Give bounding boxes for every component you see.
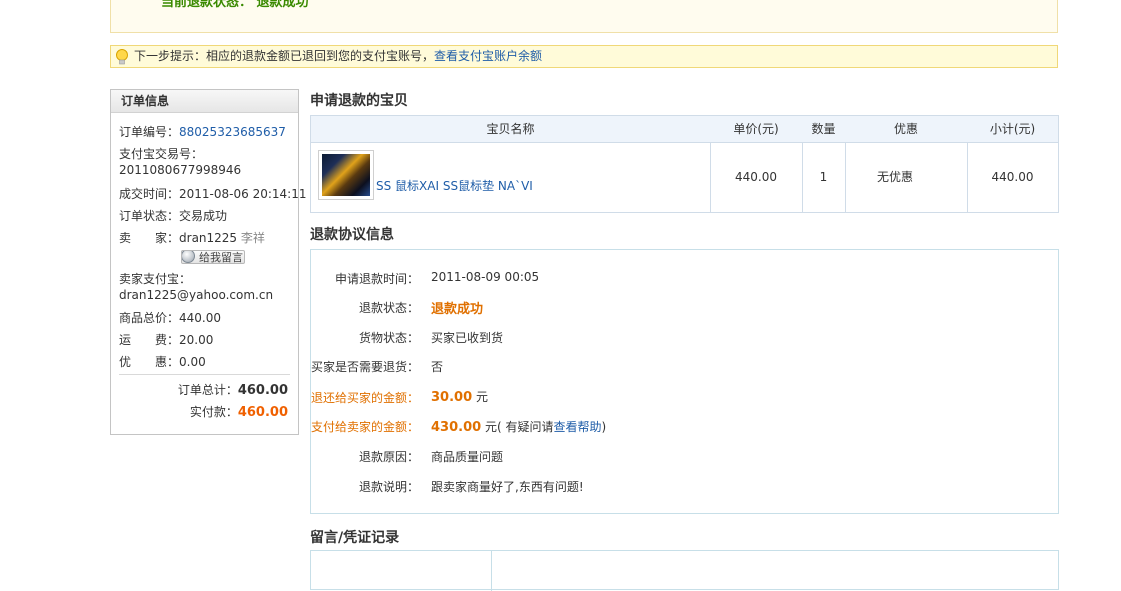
refund-note-value: 跟卖家商量好了,东西有问题! bbox=[431, 480, 584, 494]
refund-buyer-amount: 30.00 bbox=[431, 390, 473, 405]
refund-buyer-row: 30.00 元 bbox=[431, 388, 488, 405]
refund-agreement-box: 申请退款时间： 2011-08-09 00:05 退款状态： 退款成功 货物状态… bbox=[310, 249, 1059, 514]
order-number-label: 订单编号： bbox=[119, 125, 180, 139]
refund-status-value: 退款成功 bbox=[431, 302, 484, 317]
goods-total-label: 商品总价： bbox=[119, 311, 180, 325]
next-step-hint-bar: 下一步提示：相应的退款金额已退回到您的支付宝账号，查看支付宝账户余额 bbox=[110, 45, 1058, 68]
records-col-divider bbox=[491, 551, 492, 591]
order-total-label: 订单总计： bbox=[177, 383, 238, 397]
order-number-row: 订单编号：88025323685637 bbox=[119, 123, 286, 140]
hint-text: 下一步提示：相应的退款金额已退回到您的支付宝账号，查看支付宝账户余额 bbox=[134, 46, 542, 67]
seller-row: 卖 家：dran1225 李祥 bbox=[119, 229, 265, 246]
seller-alipay-account: dran1225@yahoo.com.cn bbox=[119, 288, 274, 302]
panel-divider bbox=[119, 374, 290, 375]
refund-items-table: 宝贝名称 单价(元) 数量 优惠 小计(元) SS 鼠标XAI SS鼠标垫 NA… bbox=[310, 115, 1059, 213]
refund-reason-label: 退款原因： bbox=[359, 450, 420, 464]
discount-row: 优 惠：0.00 bbox=[119, 353, 206, 370]
refund-buyer-label: 退还给买家的金额： bbox=[311, 391, 420, 405]
order-total-value: 460.00 bbox=[237, 383, 288, 398]
item-cell: SS 鼠标XAI SS鼠标垫 NA`VI bbox=[311, 142, 710, 212]
refund-reason-value: 商品质量问题 bbox=[431, 450, 504, 464]
item-discount: 无优惠 bbox=[876, 170, 913, 184]
paid-row: 实付款：460.00 bbox=[190, 403, 288, 420]
deal-time-value: 2011-08-06 20:14:11 bbox=[179, 187, 307, 201]
paid-value: 460.00 bbox=[237, 405, 288, 420]
seller-alipay-label: 卖家支付宝： bbox=[119, 272, 192, 286]
shipping-row: 运 费：20.00 bbox=[119, 331, 213, 348]
item-thumbnail[interactable] bbox=[318, 150, 374, 200]
help-suffix: ) bbox=[601, 420, 607, 434]
col-quantity: 数量 bbox=[811, 122, 836, 136]
alipay-trade-label: 支付宝交易号： bbox=[119, 147, 204, 161]
seller-name: 李祥 bbox=[240, 231, 265, 245]
apply-time-value: 2011-08-09 00:05 bbox=[431, 270, 540, 284]
chat-bubble-icon bbox=[182, 251, 195, 263]
apply-time-label: 申请退款时间： bbox=[335, 272, 420, 286]
refund-agreement-title: 退款协议信息 bbox=[310, 227, 394, 243]
order-status-row: 订单状态：交易成功 bbox=[119, 207, 227, 224]
paid-label: 实付款： bbox=[189, 405, 238, 419]
current-refund-status: 当前退款状态： 退款成功 bbox=[161, 0, 309, 10]
view-help-link[interactable]: 查看帮助 bbox=[554, 420, 602, 434]
alipay-trade-number: 2011080677998946 bbox=[119, 163, 242, 177]
refund-status-banner: 当前退款状态： 退款成功 bbox=[110, 0, 1058, 33]
seller-label: 卖 家： bbox=[119, 231, 180, 245]
shipping-value: 20.00 bbox=[179, 333, 214, 347]
item-subtotal: 440.00 bbox=[991, 170, 1034, 184]
items-table-header: 宝贝名称 单价(元) 数量 优惠 小计(元) bbox=[311, 116, 1058, 143]
deal-time-row: 成交时间：2011-08-06 20:14:11 bbox=[119, 185, 306, 202]
goods-status-value: 买家已收到货 bbox=[431, 331, 504, 345]
pay-seller-amount: 430.00 bbox=[431, 420, 482, 435]
refund-buyer-unit: 元 bbox=[475, 390, 488, 404]
item-image bbox=[322, 154, 370, 196]
col-subtotal: 小计(元) bbox=[989, 122, 1036, 136]
col-item-name: 宝贝名称 bbox=[486, 122, 535, 136]
seller-id: dran1225 bbox=[179, 231, 238, 245]
need-return-label: 买家是否需要退货： bbox=[311, 360, 420, 374]
refund-note-label: 退款说明： bbox=[359, 480, 420, 494]
pay-seller-unit: 元 bbox=[485, 420, 498, 434]
goods-status-label: 货物状态： bbox=[359, 331, 420, 345]
help-prefix: ( 有疑问请 bbox=[497, 420, 554, 434]
shipping-label: 运 费： bbox=[119, 333, 180, 347]
order-total-row: 订单总计：460.00 bbox=[178, 381, 288, 398]
col-unit-price: 单价(元) bbox=[733, 122, 779, 136]
order-number-link[interactable]: 88025323685637 bbox=[179, 125, 286, 139]
order-info-title: 订单信息 bbox=[111, 90, 298, 113]
refund-status-label: 退款状态： bbox=[359, 301, 420, 315]
view-alipay-balance-link[interactable]: 查看支付宝账户余额 bbox=[434, 49, 542, 63]
message-me-button[interactable]: 给我留言 bbox=[181, 250, 245, 264]
pay-seller-label: 支付给卖家的金额： bbox=[311, 420, 420, 434]
item-price: 440.00 bbox=[735, 170, 777, 184]
deal-time-label: 成交时间： bbox=[119, 187, 180, 201]
order-status-value: 交易成功 bbox=[179, 209, 228, 223]
need-return-value: 否 bbox=[431, 360, 444, 374]
goods-total-row: 商品总价：440.00 bbox=[119, 309, 221, 326]
discount-label: 优 惠： bbox=[119, 355, 180, 369]
pay-seller-row: 430.00 元( 有疑问请查看帮助) bbox=[431, 418, 606, 435]
order-info-panel: 订单信息 订单编号：88025323685637 支付宝交易号： 2011080… bbox=[110, 89, 306, 435]
item-name-link[interactable]: SS 鼠标XAI SS鼠标垫 NA`VI bbox=[376, 178, 533, 194]
lightbulb-icon bbox=[116, 49, 128, 65]
item-quantity: 1 bbox=[819, 170, 828, 184]
col-discount: 优惠 bbox=[893, 122, 918, 136]
order-status-label: 订单状态： bbox=[119, 209, 180, 223]
hint-message: 下一步提示：相应的退款金额已退回到您的支付宝账号， bbox=[134, 49, 435, 63]
records-table bbox=[310, 550, 1059, 591]
refund-items-title: 申请退款的宝贝 bbox=[310, 93, 408, 109]
message-me-label: 给我留言 bbox=[199, 251, 243, 264]
records-title: 留言/凭证记录 bbox=[310, 530, 400, 546]
discount-value: 0.00 bbox=[179, 355, 206, 369]
goods-total-value: 440.00 bbox=[179, 311, 222, 325]
